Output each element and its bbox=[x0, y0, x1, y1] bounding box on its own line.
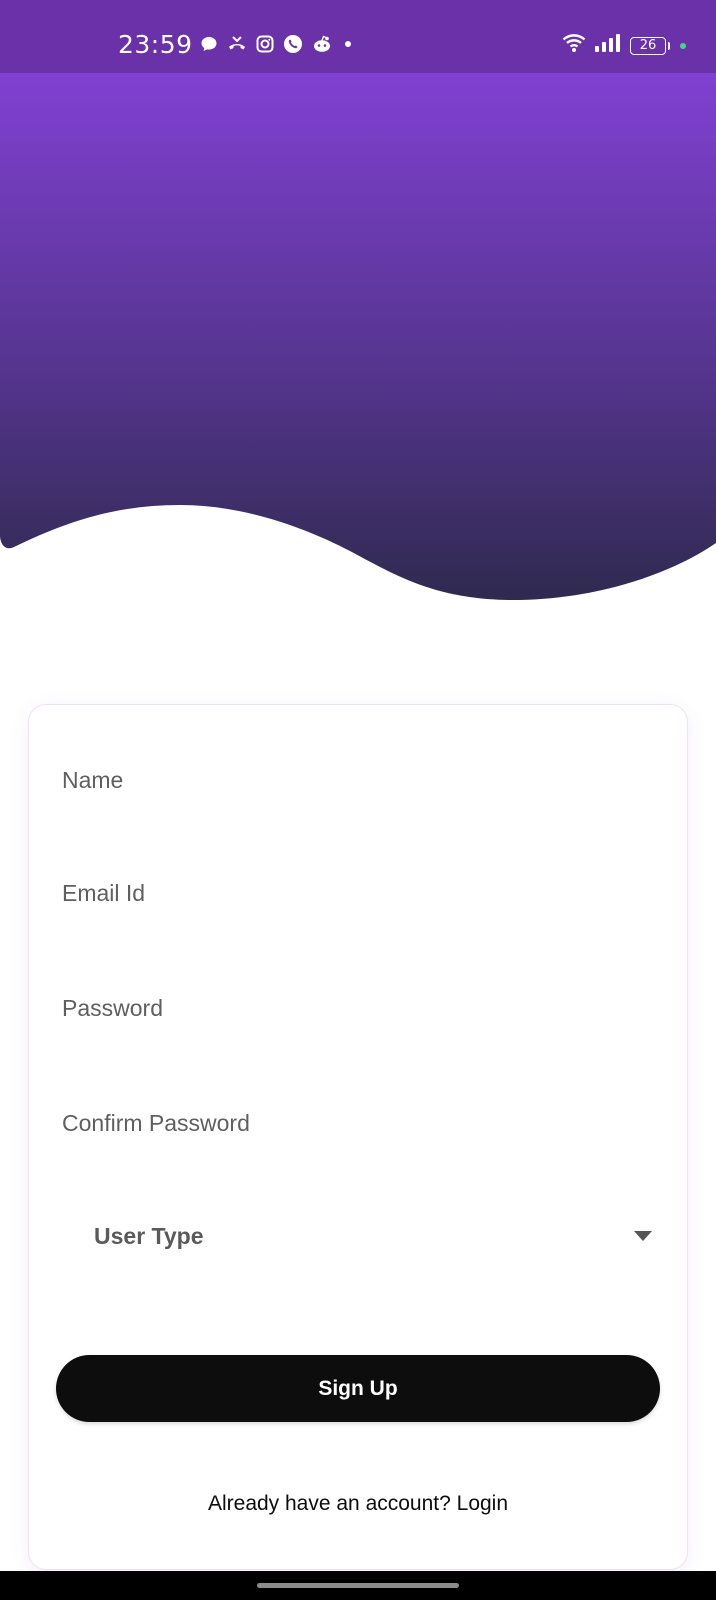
notification-icons bbox=[200, 34, 355, 54]
dropdown-arrow-icon bbox=[634, 1231, 652, 1241]
chat-bubble-icon bbox=[200, 35, 218, 53]
status-bar: 23:59 26 bbox=[0, 0, 716, 73]
wifi-icon bbox=[562, 33, 586, 58]
header-wave-background bbox=[0, 73, 716, 601]
email-input[interactable] bbox=[56, 863, 616, 923]
dot-indicator-icon bbox=[680, 42, 686, 49]
user-type-dropdown[interactable]: User Type bbox=[56, 1205, 656, 1265]
battery-icon: 26 bbox=[630, 36, 670, 55]
instagram-icon bbox=[256, 35, 274, 53]
navigation-bar bbox=[0, 1571, 716, 1600]
signal-icon bbox=[594, 33, 622, 58]
status-time: 23:59 bbox=[118, 30, 193, 59]
home-gesture-handle[interactable] bbox=[257, 1583, 459, 1588]
system-icons: 26 bbox=[562, 33, 686, 58]
signup-button[interactable]: Sign Up bbox=[56, 1355, 660, 1422]
name-input[interactable] bbox=[56, 750, 616, 810]
user-type-label: User Type bbox=[94, 1223, 204, 1249]
missed-call-icon bbox=[227, 35, 247, 53]
viber-icon bbox=[283, 34, 303, 54]
password-input[interactable] bbox=[56, 978, 616, 1038]
confirm-password-input[interactable] bbox=[56, 1093, 616, 1153]
more-dot-icon bbox=[341, 35, 355, 53]
reddit-icon bbox=[312, 35, 332, 53]
login-link[interactable]: Already have an account? Login bbox=[0, 1492, 716, 1516]
